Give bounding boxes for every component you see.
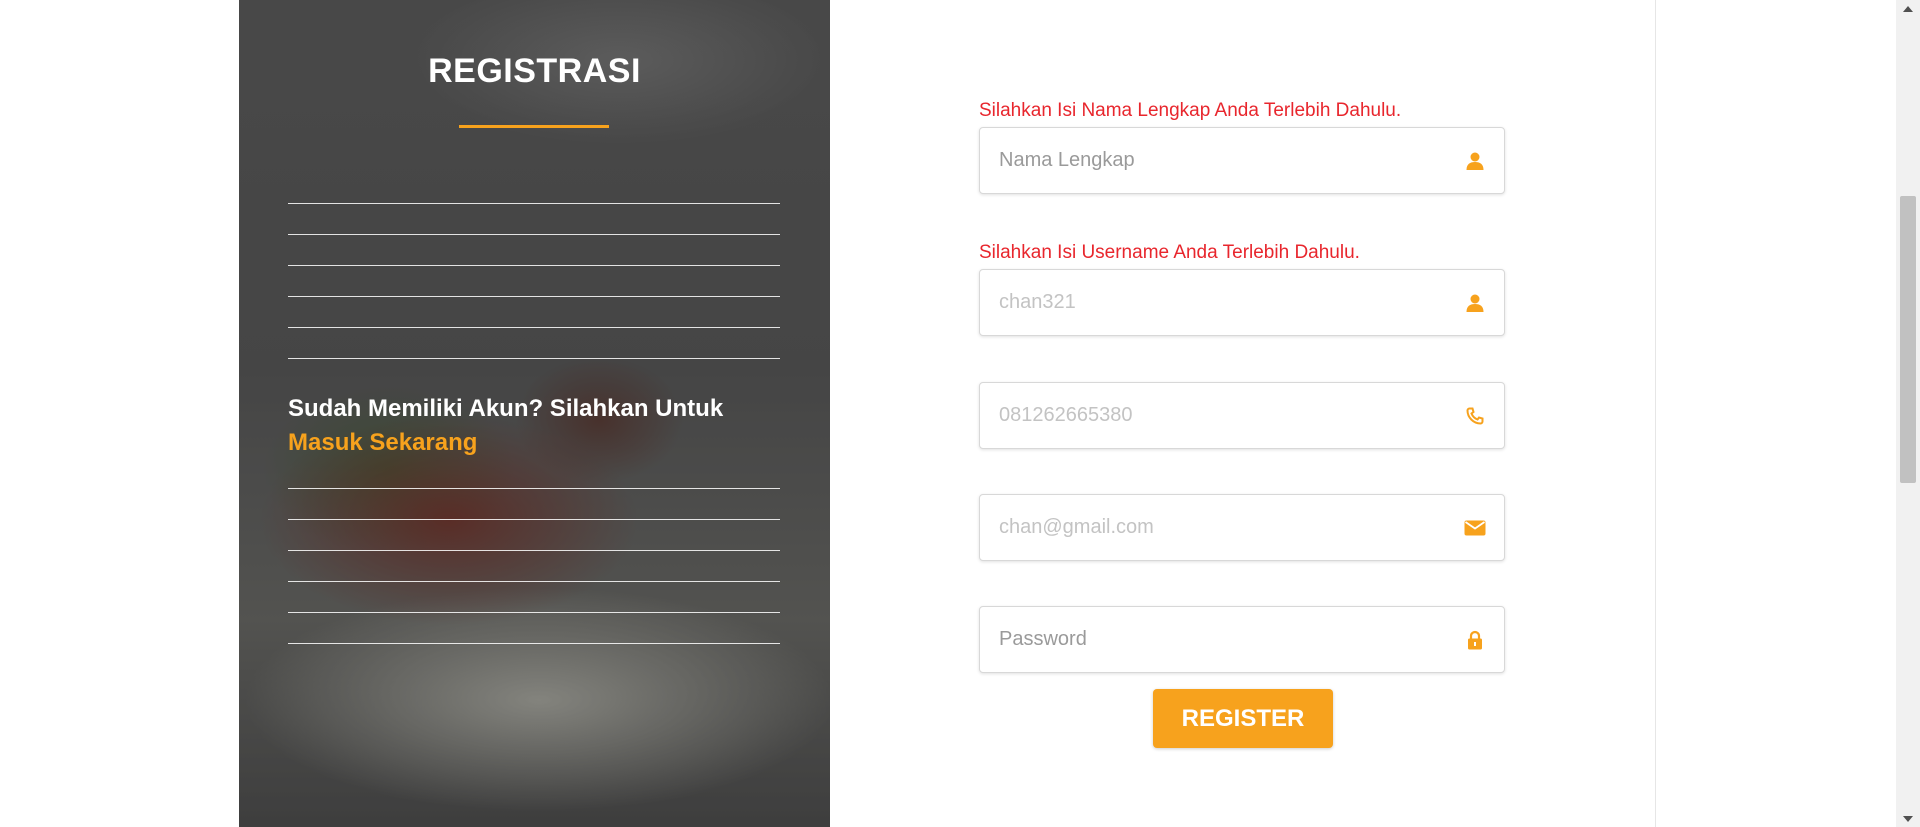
content-divider <box>1655 0 1656 827</box>
username-input[interactable] <box>980 270 1450 335</box>
phone-field <box>979 382 1505 449</box>
scroll-down-arrow-icon[interactable] <box>1896 810 1920 827</box>
page-title: REGISTRASI <box>428 52 641 90</box>
title-underline <box>459 125 609 128</box>
username-error: Silahkan Isi Username Anda Terlebih Dahu… <box>979 242 1360 263</box>
full-name-error: Silahkan Isi Nama Lengkap Anda Terlebih … <box>979 100 1402 121</box>
full-name-input[interactable] <box>980 128 1450 193</box>
divider <box>288 581 780 582</box>
divider <box>288 612 780 613</box>
username-field <box>979 269 1505 336</box>
password-input[interactable] <box>980 607 1450 672</box>
full-name-field <box>979 127 1505 194</box>
divider <box>288 488 780 489</box>
scrollbar-thumb[interactable] <box>1900 196 1916 483</box>
divider <box>288 327 780 328</box>
email-input[interactable] <box>980 495 1450 560</box>
envelope-icon <box>1464 517 1486 539</box>
login-prompt-text: Sudah Memiliki Akun? Silahkan Untuk <box>288 395 724 422</box>
user-icon <box>1464 292 1486 314</box>
password-field <box>979 606 1505 673</box>
decorative-lines-top <box>288 203 780 389</box>
register-button[interactable]: REGISTER <box>1153 689 1333 748</box>
phone-input[interactable] <box>980 383 1450 448</box>
divider <box>288 550 780 551</box>
left-hero-panel: REGISTRASI Sudah Memiliki Akun? Silahkan… <box>239 0 830 827</box>
vertical-scrollbar[interactable] <box>1896 0 1920 827</box>
decorative-lines-bottom <box>288 488 780 674</box>
scroll-up-arrow-icon[interactable] <box>1896 0 1920 17</box>
login-prompt: Sudah Memiliki Akun? Silahkan Untuk Masu… <box>288 392 780 460</box>
divider <box>288 234 780 235</box>
divider <box>288 203 780 204</box>
divider <box>288 265 780 266</box>
divider <box>288 358 780 359</box>
email-field <box>979 494 1505 561</box>
login-link[interactable]: Masuk Sekarang <box>288 429 477 456</box>
lock-icon <box>1464 629 1486 651</box>
divider <box>288 519 780 520</box>
divider <box>288 643 780 644</box>
divider <box>288 296 780 297</box>
user-icon <box>1464 150 1486 172</box>
phone-icon <box>1464 405 1486 427</box>
